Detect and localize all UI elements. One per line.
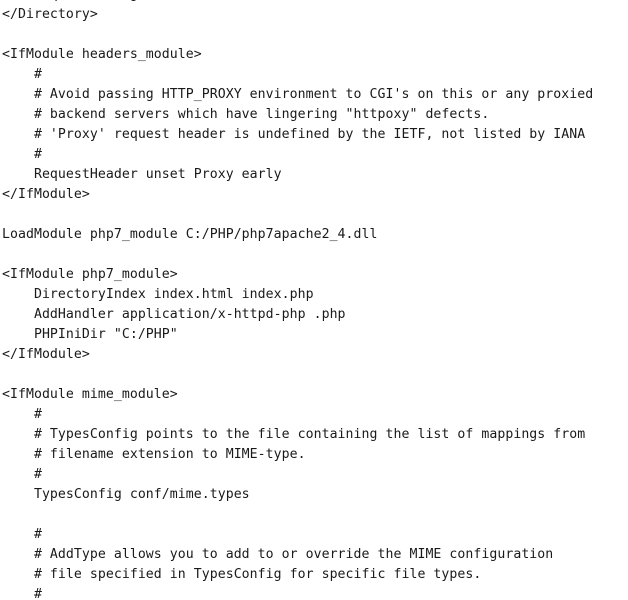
- config-line: # filename extension to MIME-type.: [2, 447, 306, 462]
- config-line: <IfModule headers_module>: [2, 47, 202, 62]
- config-line: <IfModule mime_module>: [2, 387, 178, 402]
- config-line: [0, 25, 628, 45]
- config-line: LoadModule php7_module C:/PHP/php7apache…: [2, 227, 378, 242]
- config-line: #: [2, 67, 42, 82]
- config-line: </IfModule>: [2, 347, 90, 362]
- config-line: [0, 505, 628, 525]
- config-line: AddHandler application/x-httpd-php .php: [2, 307, 346, 322]
- config-line: [0, 245, 628, 265]
- config-line: #: [2, 587, 42, 600]
- config-line: # file specified in TypesConfig for spec…: [2, 567, 482, 582]
- config-line: #: [2, 467, 42, 482]
- config-line: # TypesConfig points to the file contain…: [2, 427, 586, 442]
- config-line: #: [2, 527, 42, 542]
- config-line: RequestHeader unset Proxy early: [2, 167, 282, 182]
- config-file-viewer[interactable]: Require all granted</Directory> <IfModul…: [0, 0, 628, 600]
- config-line: # AddType allows you to add to or overri…: [2, 547, 554, 562]
- config-line: <IfModule php7_module>: [2, 267, 178, 282]
- config-line: # 'Proxy' request header is undefined by…: [2, 127, 586, 142]
- config-line: </IfModule>: [2, 187, 90, 202]
- config-line: [0, 365, 628, 385]
- config-line: DirectoryIndex index.html index.php: [2, 287, 314, 302]
- config-line: </Directory>: [2, 7, 98, 22]
- config-line: TypesConfig conf/mime.types: [2, 487, 250, 502]
- config-line: #: [2, 147, 42, 162]
- config-line: # Avoid passing HTTP_PROXY environment t…: [2, 87, 594, 102]
- config-text-content[interactable]: Require all granted</Directory> <IfModul…: [0, 0, 628, 600]
- config-line: # backend servers which have lingering "…: [2, 107, 490, 122]
- config-line: [0, 205, 628, 225]
- config-line: PHPIniDir "C:/PHP": [2, 327, 178, 342]
- config-line: #: [2, 407, 42, 422]
